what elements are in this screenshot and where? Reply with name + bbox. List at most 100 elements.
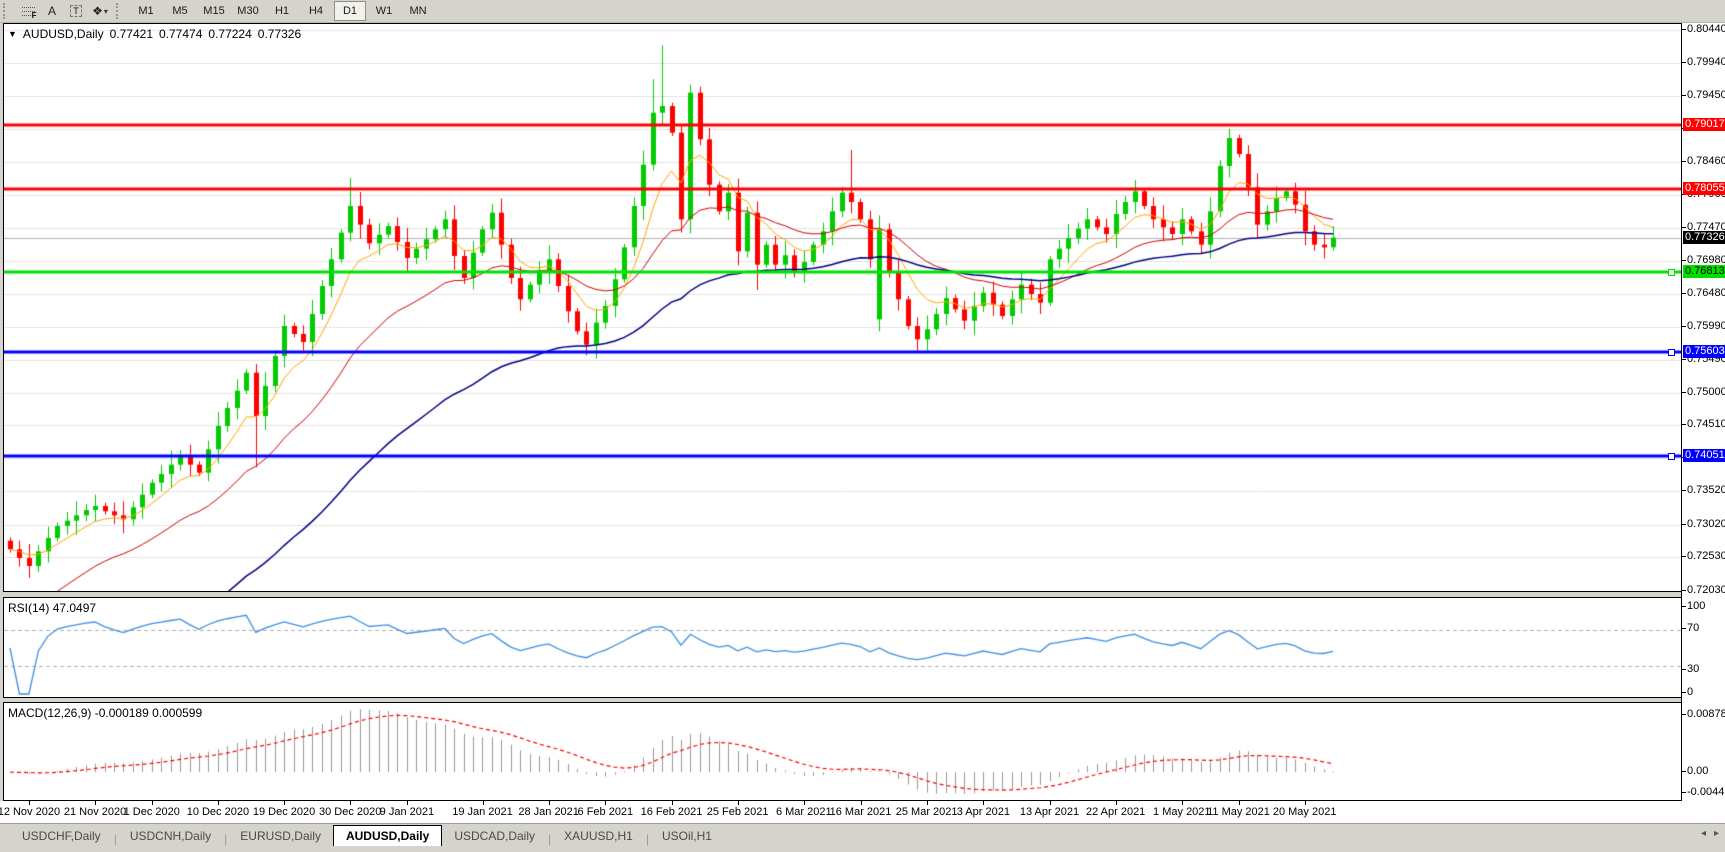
date-label: 3 Apr 2021 bbox=[957, 806, 1010, 818]
chart-tab-usdcnh[interactable]: USDCNH,Daily bbox=[118, 826, 223, 846]
letter-a-icon: A bbox=[48, 4, 56, 18]
date-tick bbox=[927, 801, 928, 805]
macd-chart-canvas[interactable] bbox=[4, 703, 1681, 800]
price-tag-0.75603: 0.75603 bbox=[1683, 345, 1725, 358]
timeframe-button-d1[interactable]: D1 bbox=[334, 1, 366, 21]
line-handle[interactable] bbox=[1668, 349, 1675, 356]
date-tick bbox=[738, 801, 739, 805]
date-label: 22 Apr 2021 bbox=[1086, 806, 1145, 818]
date-label: 28 Jan 2021 bbox=[518, 806, 579, 818]
chart-title: ▼ AUDUSD,Daily 0.77421 0.77474 0.77224 0… bbox=[8, 27, 301, 41]
date-label: 1 May 2021 bbox=[1153, 806, 1210, 818]
candlestick-chart-canvas[interactable] bbox=[4, 24, 1681, 591]
rsi-axis-label: 30 bbox=[1687, 663, 1699, 675]
ohlc-high-value: 0.77474 bbox=[159, 27, 202, 41]
date-tick bbox=[1116, 801, 1117, 805]
toolbar-grip[interactable] bbox=[3, 3, 11, 19]
date-tick bbox=[29, 801, 30, 805]
chart-tab-bar: USDCHF,Daily|USDCNH,Daily|EURUSD,DailyAU… bbox=[0, 823, 1725, 846]
dropdown-caret-icon: ▾ bbox=[104, 7, 108, 16]
date-tick bbox=[1050, 801, 1051, 805]
date-label: 16 Feb 2021 bbox=[641, 806, 703, 818]
trading-platform-window: F A T ❖ ▾ M1M5M15M30H1H4D1W1MN ▼ AUDUSD,… bbox=[0, 0, 1725, 852]
rsi-axis-label: 70 bbox=[1687, 622, 1699, 634]
date-label: 6 Mar 2021 bbox=[776, 806, 832, 818]
date-label: 13 Apr 2021 bbox=[1020, 806, 1079, 818]
date-label: 19 Dec 2020 bbox=[253, 806, 315, 818]
tab-scroll-left-icon[interactable]: ◂ bbox=[1701, 828, 1706, 839]
chart-symbol-label: AUDUSD,Daily bbox=[23, 27, 104, 41]
tab-scroll-right-icon[interactable]: ▸ bbox=[1714, 828, 1719, 839]
chart-templates-button[interactable]: F bbox=[17, 1, 39, 21]
date-tick bbox=[483, 801, 484, 805]
price-tag-0.79017: 0.79017 bbox=[1683, 118, 1725, 131]
rsi-chart-canvas[interactable] bbox=[4, 598, 1681, 697]
price-axis[interactable]: 0.804400.799400.794500.789500.784600.779… bbox=[1681, 23, 1725, 801]
date-tick bbox=[804, 801, 805, 805]
date-tick bbox=[407, 801, 408, 805]
chart-tab-eurusd[interactable]: EURUSD,Daily bbox=[228, 826, 333, 846]
price-tag-0.77326: 0.77326 bbox=[1683, 231, 1725, 244]
toolbar-grip-2[interactable] bbox=[116, 3, 124, 19]
date-label: 30 Dec 2020 bbox=[319, 806, 381, 818]
timeframe-button-mn[interactable]: MN bbox=[402, 1, 434, 21]
rsi-label: RSI(14) 47.0497 bbox=[8, 601, 96, 615]
text-annotation-button[interactable]: A bbox=[41, 1, 63, 21]
price-tag-0.74051: 0.74051 bbox=[1683, 449, 1725, 462]
rsi-axis-label: 0 bbox=[1687, 686, 1693, 698]
timeframe-button-m15[interactable]: M15 bbox=[198, 1, 230, 21]
price-axis-label: 0.72030 bbox=[1687, 584, 1725, 596]
price-axis-label: 0.80440 bbox=[1687, 23, 1725, 35]
date-label: 9 Jan 2021 bbox=[380, 806, 434, 818]
timeframe-button-h4[interactable]: H4 bbox=[300, 1, 332, 21]
date-tick bbox=[549, 801, 550, 805]
timeframe-button-m5[interactable]: M5 bbox=[164, 1, 196, 21]
macd-axis-label: 0.008782 bbox=[1687, 708, 1725, 720]
line-handle[interactable] bbox=[1668, 269, 1675, 276]
rsi-value: 47.0497 bbox=[53, 601, 96, 615]
timeframe-button-w1[interactable]: W1 bbox=[368, 1, 400, 21]
macd-axis-label: -0.004451 bbox=[1687, 786, 1725, 798]
date-label: 12 Nov 2020 bbox=[0, 806, 60, 818]
price-axis-label: 0.79450 bbox=[1687, 89, 1725, 101]
date-label: 6 Feb 2021 bbox=[578, 806, 634, 818]
macd-axis-label: 0.00 bbox=[1687, 765, 1708, 777]
date-tick bbox=[218, 801, 219, 805]
chart-tab-audusd[interactable]: AUDUSD,Daily bbox=[333, 825, 442, 846]
chart-tab-xauusd[interactable]: XAUUSD,H1 bbox=[552, 826, 645, 846]
price-axis-label: 0.79940 bbox=[1687, 56, 1725, 68]
price-axis-label: 0.73020 bbox=[1687, 518, 1725, 530]
timeframe-button-h1[interactable]: H1 bbox=[266, 1, 298, 21]
arrange-objects-icon: ❖ bbox=[92, 4, 103, 18]
date-tick bbox=[1305, 801, 1306, 805]
macd-values: -0.000189 0.000599 bbox=[95, 706, 202, 720]
macd-label: MACD(12,26,9) -0.000189 0.000599 bbox=[8, 706, 202, 720]
chart-grid-icon: F bbox=[22, 5, 35, 17]
timeframe-button-m1[interactable]: M1 bbox=[130, 1, 162, 21]
timeframe-button-group: M1M5M15M30H1H4D1W1MN bbox=[130, 1, 434, 21]
chart-tab-usdchf[interactable]: USDCHF,Daily bbox=[10, 826, 113, 846]
date-tick bbox=[284, 801, 285, 805]
chart-tab-usdcad[interactable]: USDCAD,Daily bbox=[442, 826, 547, 846]
line-handle[interactable] bbox=[1668, 453, 1675, 460]
date-tick bbox=[152, 801, 153, 805]
date-label: 1 Dec 2020 bbox=[124, 806, 180, 818]
date-label: 21 Nov 2020 bbox=[64, 806, 126, 818]
date-tick bbox=[672, 801, 673, 805]
price-axis-label: 0.75990 bbox=[1687, 320, 1725, 332]
date-tick bbox=[861, 801, 862, 805]
timeframe-button-m30[interactable]: M30 bbox=[232, 1, 264, 21]
date-label: 25 Mar 2021 bbox=[896, 806, 958, 818]
status-strip bbox=[0, 846, 1725, 852]
price-axis-label: 0.75000 bbox=[1687, 386, 1725, 398]
price-axis-label: 0.74510 bbox=[1687, 418, 1725, 430]
text-box-button[interactable]: T bbox=[65, 1, 87, 21]
date-label: 10 Dec 2020 bbox=[187, 806, 249, 818]
arrange-objects-button[interactable]: ❖ ▾ bbox=[89, 1, 111, 21]
date-tick bbox=[1239, 801, 1240, 805]
collapse-caret-icon[interactable]: ▼ bbox=[8, 29, 17, 39]
ohlc-close-value: 0.77326 bbox=[258, 27, 301, 41]
date-axis[interactable]: 12 Nov 2020 21 Nov 20201 Dec 2020 10 Dec 2… bbox=[0, 801, 1725, 823]
chart-tab-usoil[interactable]: USOil,H1 bbox=[650, 826, 724, 846]
date-label: 16 Mar 2021 bbox=[830, 806, 892, 818]
